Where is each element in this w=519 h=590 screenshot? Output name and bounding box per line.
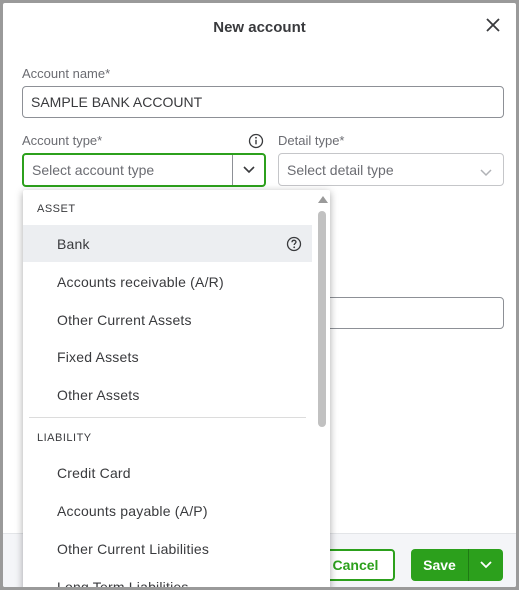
option-label: Credit Card xyxy=(57,464,131,481)
section-divider xyxy=(29,417,306,418)
option-label: Fixed Assets xyxy=(57,348,139,365)
account-type-placeholder: Select account type xyxy=(32,162,155,178)
save-button-group: Save xyxy=(411,549,503,581)
section-header-asset: ASSET xyxy=(37,203,76,215)
account-name-value: SAMPLE BANK ACCOUNT xyxy=(31,94,203,110)
section-header-liability: LIABILITY xyxy=(37,432,92,444)
chevron-down-icon xyxy=(480,561,492,569)
account-type-dropdown-button[interactable] xyxy=(232,155,264,185)
detail-type-chevron xyxy=(479,165,493,181)
menu-scrollbar[interactable] xyxy=(314,190,330,587)
option-fixed-assets[interactable]: Fixed Assets xyxy=(23,338,312,375)
account-name-input[interactable]: SAMPLE BANK ACCOUNT xyxy=(22,86,504,118)
close-button[interactable] xyxy=(484,16,502,34)
account-type-label: Account type* xyxy=(22,133,103,148)
info-icon[interactable] xyxy=(248,133,264,149)
option-bank[interactable]: Bank xyxy=(23,225,312,262)
save-options-button[interactable] xyxy=(469,549,503,581)
option-label: Other Current Assets xyxy=(57,311,192,328)
account-type-menu: ASSET Bank Accounts receivable (A/R) Oth… xyxy=(23,190,330,587)
chevron-down-icon xyxy=(242,166,255,174)
option-credit-card[interactable]: Credit Card xyxy=(23,454,312,491)
close-icon xyxy=(486,18,500,32)
dialog-title: New account xyxy=(213,19,306,36)
account-type-select[interactable]: Select account type xyxy=(22,153,266,187)
option-label: Long Term Liabilities xyxy=(57,578,189,588)
help-icon[interactable] xyxy=(286,236,302,252)
chevron-down-icon xyxy=(480,169,492,177)
scroll-thumb[interactable] xyxy=(318,211,326,427)
new-account-dialog: New account Account name* SAMPLE BANK AC… xyxy=(3,3,516,587)
option-label: Accounts receivable (A/R) xyxy=(57,273,224,290)
option-other-current-liabilities[interactable]: Other Current Liabilities xyxy=(23,530,312,567)
option-accounts-receivable[interactable]: Accounts receivable (A/R) xyxy=(23,263,312,300)
account-name-label: Account name* xyxy=(22,66,111,81)
scroll-up-arrow-icon[interactable] xyxy=(318,196,328,203)
save-button[interactable]: Save xyxy=(411,549,469,581)
option-other-current-assets[interactable]: Other Current Assets xyxy=(23,301,312,338)
option-long-term-liabilities[interactable]: Long Term Liabilities xyxy=(23,568,312,588)
option-other-assets[interactable]: Other Assets xyxy=(23,376,312,413)
option-label: Accounts payable (A/P) xyxy=(57,502,208,519)
option-label: Other Assets xyxy=(57,386,140,403)
option-label: Bank xyxy=(57,235,90,252)
detail-type-label: Detail type* xyxy=(278,133,345,148)
detail-type-placeholder: Select detail type xyxy=(287,161,394,178)
detail-type-select[interactable]: Select detail type xyxy=(278,153,504,186)
option-label: Other Current Liabilities xyxy=(57,540,210,557)
option-accounts-payable[interactable]: Accounts payable (A/P) xyxy=(23,492,312,529)
